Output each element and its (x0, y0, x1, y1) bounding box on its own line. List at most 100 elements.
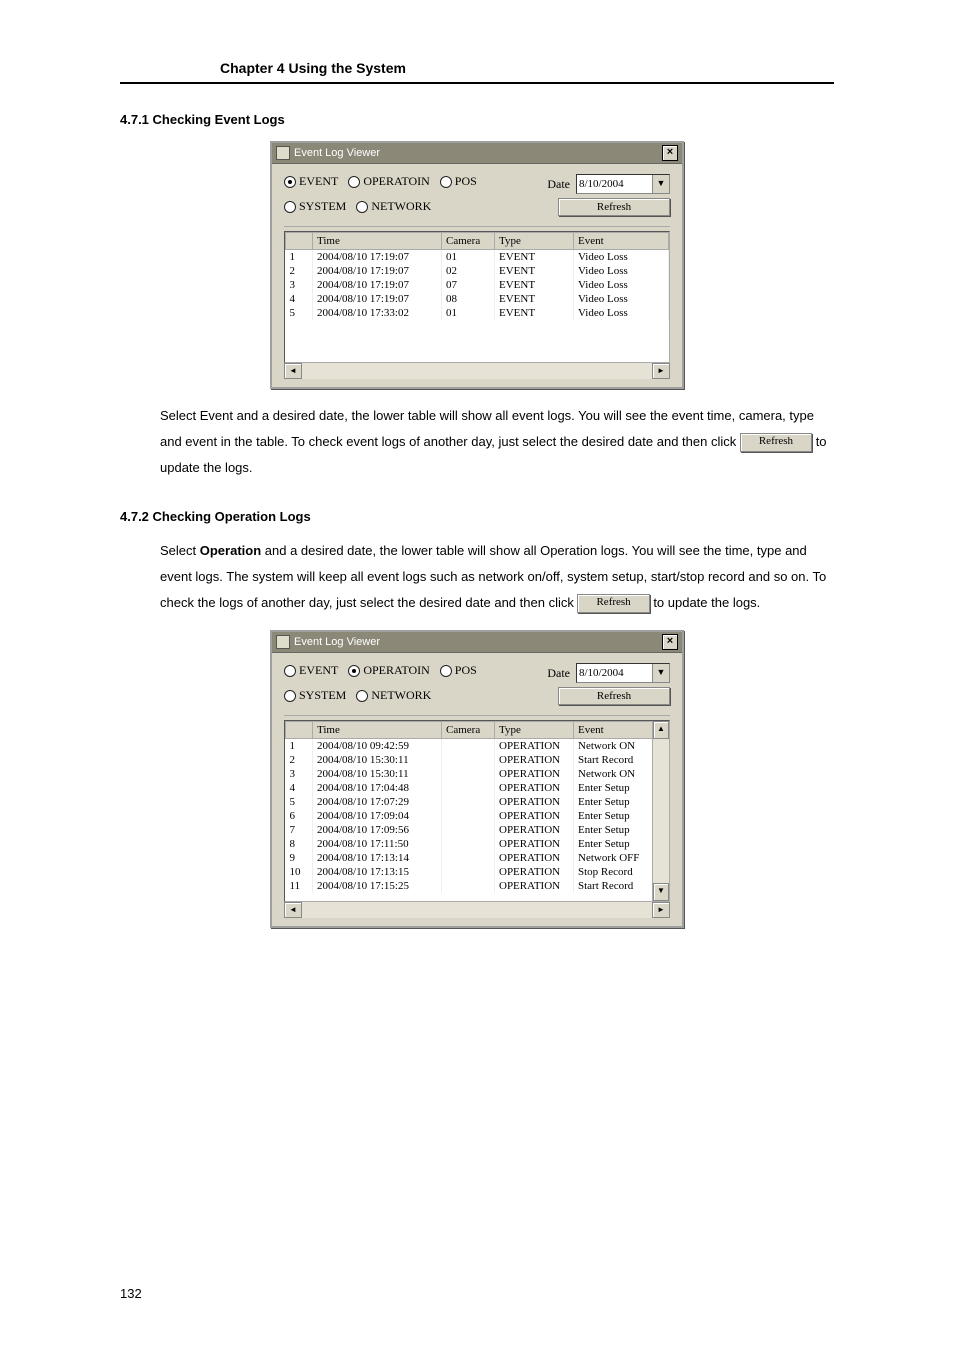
radio-system-label: SYSTEM (299, 688, 346, 703)
radio-pos[interactable]: POS (440, 174, 477, 189)
scroll-right-icon[interactable]: ► (652, 902, 670, 918)
scroll-down-icon[interactable]: ▼ (653, 883, 669, 901)
cell-type: OPERATION (495, 851, 574, 865)
table-row[interactable]: 112004/08/10 17:15:25OPERATIONStart Reco… (286, 879, 669, 893)
scroll-right-icon[interactable]: ► (652, 363, 670, 379)
cell-type: OPERATION (495, 837, 574, 851)
table-row[interactable]: 72004/08/10 17:09:56OPERATIONEnter Setup (286, 823, 669, 837)
v-scrollbar[interactable]: ▲ ▼ (652, 721, 669, 901)
chevron-down-icon[interactable]: ▼ (652, 664, 669, 682)
scroll-left-icon[interactable]: ◄ (284, 363, 302, 379)
col-type[interactable]: Type (495, 233, 574, 250)
close-icon[interactable]: × (662, 145, 678, 161)
radio-operation-label: OPERATOIN (363, 174, 429, 189)
refresh-button-2[interactable]: Refresh (558, 687, 670, 705)
table-row[interactable]: 12004/08/10 09:42:59OPERATIONNetwork ON (286, 739, 669, 754)
cell-camera: 07 (442, 278, 495, 292)
cell-time: 2004/08/10 17:19:07 (313, 250, 442, 265)
section-472-body: Select Operation and a desired date, the… (160, 538, 834, 616)
radio-pos-2[interactable]: POS (440, 663, 477, 678)
table-row[interactable]: 102004/08/10 17:13:15OPERATIONStop Recor… (286, 865, 669, 879)
page-number: 132 (120, 1286, 142, 1301)
date-input-2[interactable]: 8/10/2004 ▼ (576, 663, 670, 683)
table-row[interactable]: 62004/08/10 17:09:04OPERATIONEnter Setup (286, 809, 669, 823)
date-input[interactable]: 8/10/2004 ▼ (576, 174, 670, 194)
radio-network-label: NETWORK (371, 688, 431, 703)
window-icon (276, 635, 290, 649)
col-time[interactable]: Time (313, 722, 442, 739)
cell-n: 4 (286, 781, 313, 795)
close-icon[interactable]: × (662, 634, 678, 650)
scroll-left-icon[interactable]: ◄ (284, 902, 302, 918)
radio-network[interactable]: NETWORK (356, 199, 431, 214)
col-index[interactable] (286, 233, 313, 250)
cell-type: OPERATION (495, 753, 574, 767)
separator (284, 226, 670, 227)
cell-camera (442, 767, 495, 781)
radio-pos-label: POS (455, 663, 477, 678)
col-event[interactable]: Event (574, 233, 669, 250)
cell-time: 2004/08/10 17:11:50 (313, 837, 442, 851)
table-row[interactable]: 82004/08/10 17:11:50OPERATIONEnter Setup (286, 837, 669, 851)
col-time[interactable]: Time (313, 233, 442, 250)
radio-operation-label: OPERATOIN (363, 663, 429, 678)
h-scrollbar-2[interactable]: ◄ ► (284, 901, 670, 918)
cell-time: 2004/08/10 17:19:07 (313, 292, 442, 306)
refresh-button-inline[interactable]: Refresh (740, 433, 812, 452)
table-row[interactable]: 92004/08/10 17:13:14OPERATIONNetwork OFF (286, 851, 669, 865)
col-camera[interactable]: Camera (442, 233, 495, 250)
radio-pos-label: POS (455, 174, 477, 189)
cell-time: 2004/08/10 17:09:04 (313, 809, 442, 823)
event-log-viewer-window-1: Event Log Viewer × EVENT OPERATOIN POS S… (270, 141, 684, 389)
date-value: 8/10/2004 (579, 178, 624, 190)
radio-operation[interactable]: OPERATOIN (348, 174, 429, 189)
table-row[interactable]: 32004/08/10 15:30:11OPERATIONNetwork ON (286, 767, 669, 781)
cell-n: 2 (286, 264, 313, 278)
table-row[interactable]: 52004/08/10 17:07:29OPERATIONEnter Setup (286, 795, 669, 809)
cell-n: 1 (286, 739, 313, 754)
col-type[interactable]: Type (495, 722, 574, 739)
section-title-471: 4.7.1 Checking Event Logs (120, 112, 834, 127)
radio-event[interactable]: EVENT (284, 174, 338, 189)
section-471-body: Select Event and a desired date, the low… (160, 403, 834, 481)
cell-type: EVENT (495, 292, 574, 306)
chevron-down-icon[interactable]: ▼ (652, 175, 669, 193)
table-row[interactable]: 22004/08/10 17:19:0702EVENTVideo Loss (286, 264, 669, 278)
radio-operation-2[interactable]: OPERATOIN (348, 663, 429, 678)
cell-time: 2004/08/10 17:19:07 (313, 278, 442, 292)
section-title-472: 4.7.2 Checking Operation Logs (120, 509, 834, 524)
col-camera[interactable]: Camera (442, 722, 495, 739)
cell-time: 2004/08/10 17:13:14 (313, 851, 442, 865)
window-titlebar-2[interactable]: Event Log Viewer × (272, 632, 682, 653)
h-scrollbar[interactable]: ◄ ► (284, 362, 670, 379)
radio-event-2[interactable]: EVENT (284, 663, 338, 678)
table-row[interactable]: 22004/08/10 15:30:11OPERATIONStart Recor… (286, 753, 669, 767)
table-row[interactable]: 52004/08/10 17:33:0201EVENTVideo Loss (286, 306, 669, 320)
table-row[interactable]: 42004/08/10 17:04:48OPERATIONEnter Setup (286, 781, 669, 795)
radio-network-2[interactable]: NETWORK (356, 688, 431, 703)
date-value-2: 8/10/2004 (579, 667, 624, 679)
cell-type: EVENT (495, 306, 574, 320)
radio-event-label: EVENT (299, 174, 338, 189)
cell-n: 5 (286, 306, 313, 320)
table-row[interactable]: 32004/08/10 17:19:0707EVENTVideo Loss (286, 278, 669, 292)
window-titlebar[interactable]: Event Log Viewer × (272, 143, 682, 164)
refresh-button-inline-2[interactable]: Refresh (577, 594, 649, 613)
text-before-2: Select (160, 543, 200, 558)
table-row[interactable]: 12004/08/10 17:19:0701EVENTVideo Loss (286, 250, 669, 265)
table-row[interactable]: 42004/08/10 17:19:0708EVENTVideo Loss (286, 292, 669, 306)
cell-time: 2004/08/10 17:33:02 (313, 306, 442, 320)
radio-system-2[interactable]: SYSTEM (284, 688, 346, 703)
cell-camera: 02 (442, 264, 495, 278)
cell-event: Video Loss (574, 264, 669, 278)
cell-camera: 01 (442, 306, 495, 320)
refresh-button[interactable]: Refresh (558, 198, 670, 216)
separator (284, 715, 670, 716)
col-index[interactable] (286, 722, 313, 739)
cell-n: 2 (286, 753, 313, 767)
table-header-row: Time Camera Type Event (286, 722, 669, 739)
cell-camera (442, 879, 495, 893)
radio-system[interactable]: SYSTEM (284, 199, 346, 214)
cell-type: OPERATION (495, 781, 574, 795)
scroll-up-icon[interactable]: ▲ (653, 721, 669, 739)
